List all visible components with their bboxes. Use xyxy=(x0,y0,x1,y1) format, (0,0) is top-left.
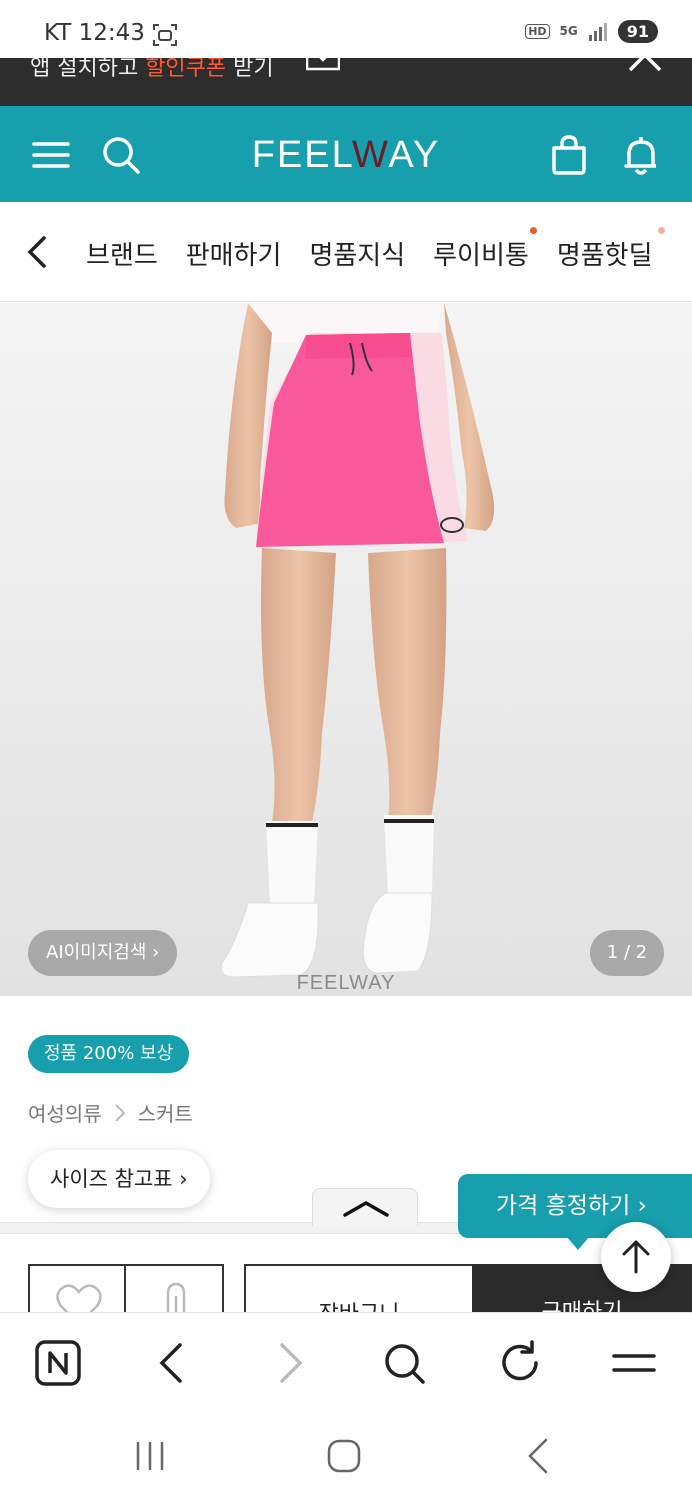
authenticity-badge: 정품 200% 보상 xyxy=(28,1035,190,1073)
shopping-bag-icon[interactable] xyxy=(548,134,590,176)
chevron-right-icon xyxy=(114,1103,126,1122)
breadcrumb-item-womens[interactable]: 여성의류 xyxy=(28,1098,102,1127)
breadcrumb-item-skirt[interactable]: 스커트 xyxy=(138,1098,193,1127)
status-bar: KT 12:43 HD 5G 91 xyxy=(0,0,692,62)
home-icon[interactable] xyxy=(322,1434,366,1478)
network-5g-icon: 5G xyxy=(559,24,578,38)
signal-icon xyxy=(588,22,607,41)
app-install-banner[interactable]: 앱 설치하고 할인쿠폰 받기 xyxy=(0,58,692,106)
breadcrumb: 여성의류 스커트 xyxy=(28,1098,193,1127)
collapse-handle[interactable] xyxy=(312,1188,418,1226)
recent-apps-icon[interactable] xyxy=(128,1434,172,1478)
refresh-icon[interactable] xyxy=(496,1339,544,1387)
status-icons: HD 5G 91 xyxy=(525,20,658,43)
browser-search-icon[interactable] xyxy=(380,1339,428,1387)
new-dot-icon xyxy=(529,227,537,234)
nav-item-knowledge[interactable]: 명품지식 xyxy=(309,235,405,272)
nav-item-sell[interactable]: 판매하기 xyxy=(186,235,282,272)
app-header: FEELWAY xyxy=(0,106,692,202)
browser-back-icon[interactable] xyxy=(148,1339,196,1387)
chevron-left-icon[interactable] xyxy=(22,232,52,272)
carrier-time: KT 12:43 xyxy=(44,20,145,46)
browser-forward-icon[interactable] xyxy=(266,1339,314,1387)
image-page-indicator: 1 / 2 xyxy=(590,930,664,976)
download-icon xyxy=(306,58,340,71)
battery-icon: 91 xyxy=(617,20,658,43)
arrow-up-icon xyxy=(622,1240,650,1274)
naver-home-icon[interactable] xyxy=(34,1339,82,1387)
scroll-to-top-button[interactable] xyxy=(601,1222,671,1292)
new-dot-icon xyxy=(657,227,665,234)
image-watermark: FEELWAY xyxy=(296,972,396,994)
browser-toolbar xyxy=(0,1312,692,1412)
category-nav: 브랜드 판매하기 명품지식 루이비통 명품핫딜 xyxy=(0,202,692,302)
browser-menu-icon[interactable] xyxy=(610,1339,658,1387)
back-icon[interactable] xyxy=(516,1434,560,1478)
hd-icon: HD xyxy=(525,24,550,39)
nav-item-brand[interactable]: 브랜드 xyxy=(86,235,158,272)
product-photo-skirt xyxy=(0,303,692,996)
notification-bell-icon[interactable] xyxy=(620,134,662,176)
nav-item-hot-deal[interactable]: 명품핫딜 xyxy=(557,227,665,272)
product-image[interactable] xyxy=(0,303,692,996)
size-chart-button[interactable]: 사이즈 참고표 › xyxy=(28,1150,210,1208)
nav-item-louis-vuitton[interactable]: 루이비통 xyxy=(433,227,537,272)
screenshot-icon xyxy=(153,24,177,46)
system-navigation-bar xyxy=(0,1412,692,1500)
chevron-up-icon xyxy=(343,1200,389,1217)
close-icon[interactable] xyxy=(628,58,662,74)
ai-image-search-button[interactable]: AI이미지검색 › xyxy=(28,930,178,976)
banner-text: 앱 설치하고 할인쿠폰 받기 xyxy=(30,58,274,81)
